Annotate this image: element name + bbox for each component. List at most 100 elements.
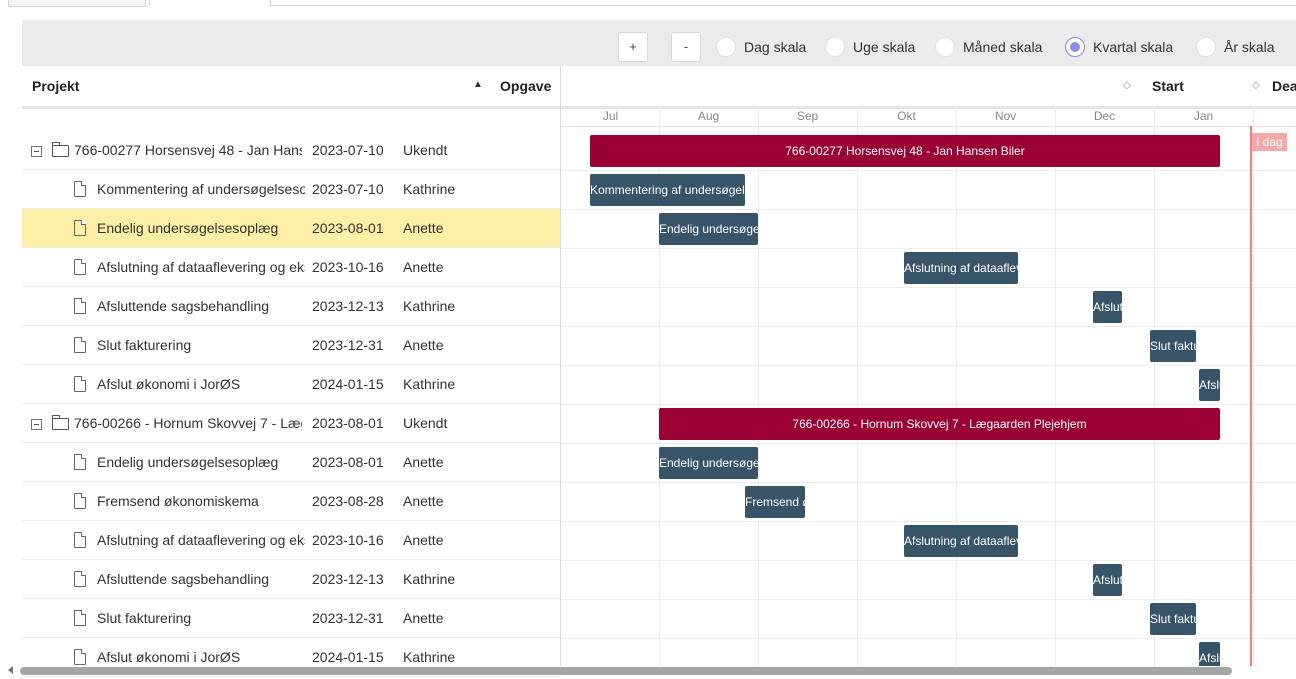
today-marker-line [1250, 126, 1252, 666]
task-row[interactable]: Slut fakturering 2023-12-31 Anette [22, 599, 560, 638]
task-row-selected[interactable]: Endelig undersøgelsesoplæg 2023-08-01 An… [22, 209, 560, 248]
task-row[interactable]: Slut fakturering 2023-12-31 Anette [22, 326, 560, 365]
project-summary-bar[interactable]: 766-00266 - Hornum Skovvej 7 - Lægaarden… [659, 408, 1220, 440]
file-icon [74, 454, 86, 470]
row-name: 766-00266 - Hornum Skovvej 7 - Lægaarden… [74, 415, 302, 431]
sort-icon[interactable]: ◇ [1252, 80, 1260, 91]
task-bar[interactable]: Kommentering af undersøgelsesoplæg [590, 174, 745, 206]
row-assignee: Anette [403, 220, 444, 236]
zoom-in-button[interactable]: + [618, 32, 648, 62]
horizontal-scrollbar[interactable] [8, 664, 1296, 676]
zoom-out-button[interactable]: - [671, 32, 701, 62]
row-assignee: Kathrine [403, 376, 456, 392]
task-row[interactable]: Afsluttende sagsbehandling 2023-12-13 Ka… [22, 287, 560, 326]
scroll-left-arrow-icon[interactable] [8, 666, 13, 674]
scale-option-month[interactable]: Måned skala [935, 37, 1042, 57]
row-name: Slut fakturering [97, 337, 192, 353]
row-name: Kommentering af undersøgelsesoplæg [97, 181, 305, 197]
row-assignee: Anette [403, 532, 444, 548]
task-row[interactable]: Afslutning af dataaflevering og ekstra 2… [22, 248, 560, 287]
task-bar[interactable]: Afslut økonomi i JorØS [1199, 642, 1220, 666]
row-start-date: 2023-12-31 [312, 610, 384, 626]
row-start-date: 2023-12-13 [312, 298, 384, 314]
task-bar[interactable]: Afslut økonomi i JorØS [1199, 369, 1220, 401]
tab-strip [0, 0, 1296, 8]
task-bar[interactable]: Fremsend økonomiskema [745, 486, 805, 518]
tab-inactive[interactable] [8, 0, 146, 7]
scale-option-label: År skala [1224, 39, 1275, 55]
file-icon [74, 493, 86, 509]
month-label: Aug [697, 109, 720, 123]
collapse-icon[interactable] [31, 419, 42, 430]
row-start-date: 2023-12-31 [312, 337, 384, 353]
row-gridline [561, 560, 1296, 561]
month-label: F [1253, 109, 1296, 123]
task-bar[interactable]: Slut fakturering [1150, 330, 1196, 362]
task-row[interactable]: Afsluttende sagsbehandling 2023-12-13 Ka… [22, 560, 560, 599]
row-assignee: Anette [403, 259, 444, 275]
tab-active[interactable] [149, 0, 271, 6]
task-row[interactable]: Afslut økonomi i JorØS 2024-01-15 Kathri… [22, 365, 560, 404]
row-name: 766-00277 Horsensvej 48 - Jan Hansen Bil… [74, 142, 302, 158]
row-gridline [561, 248, 1296, 249]
project-row[interactable]: 766-00266 - Hornum Skovvej 7 - Lægaarden… [22, 404, 560, 443]
row-start-date: 2023-10-16 [312, 532, 384, 548]
row-start-date: 2023-07-10 [312, 181, 384, 197]
row-assignee: Kathrine [403, 571, 456, 587]
task-bar[interactable]: Endelig undersøgelsesoplæg [659, 447, 758, 479]
file-icon [74, 610, 86, 626]
task-bar[interactable]: Afslutning af dataaflevering [904, 525, 1018, 557]
scale-option-week[interactable]: Uge skala [825, 37, 915, 57]
column-header-task[interactable]: Opgave [500, 78, 551, 94]
project-summary-bar[interactable]: 766-00277 Horsensvej 48 - Jan Hansen Bil… [590, 135, 1220, 167]
task-row[interactable]: Kommentering af undersøgelsesoplæg 2023-… [22, 170, 560, 209]
column-header-start[interactable]: Start [1152, 78, 1184, 94]
row-assignee: Ukendt [403, 142, 448, 158]
column-header-deadline[interactable]: Dea [1272, 78, 1296, 94]
month-label: Okt [897, 109, 916, 123]
radio-selected-icon [1065, 37, 1085, 57]
row-start-date: 2024-01-15 [312, 649, 384, 665]
month-gridline [1253, 106, 1254, 666]
task-bar[interactable]: Slut fakturering [1150, 603, 1196, 635]
row-assignee: Anette [403, 493, 444, 509]
task-bar[interactable]: Afslutning af dataaflevering [904, 252, 1018, 284]
gantt-toolbar: + - Dag skala Uge skala Måned skala Kvar… [22, 20, 1296, 66]
row-gridline [561, 170, 1296, 171]
sort-icon[interactable]: ◇ [1123, 80, 1131, 91]
scale-option-day[interactable]: Dag skala [716, 37, 806, 57]
project-row[interactable]: 766-00277 Horsensvej 48 - Jan Hansen Bil… [22, 131, 560, 170]
row-name: Afsluttende sagsbehandling [97, 571, 270, 587]
task-row[interactable]: Afslutning af dataaflevering og ekstra 2… [22, 521, 560, 560]
scrollbar-thumb[interactable] [20, 667, 1232, 675]
row-gridline [561, 404, 1296, 405]
row-name: Endelig undersøgelsesoplæg [97, 220, 279, 236]
month-gridline [1055, 106, 1056, 666]
task-row[interactable]: Fremsend økonomiskema 2023-08-28 Anette [22, 482, 560, 521]
row-assignee: Kathrine [403, 298, 456, 314]
row-assignee: Anette [403, 454, 444, 470]
scale-option-quarter[interactable]: Kvartal skala [1065, 37, 1173, 57]
timeline-month-header: Jul Aug Sep Okt Nov Dec Jan F [561, 106, 1296, 127]
row-gridline [561, 482, 1296, 483]
task-bar[interactable]: Afsluttende sagsbehandling [1093, 564, 1122, 596]
row-gridline [561, 287, 1296, 288]
month-label: Sep [796, 109, 819, 123]
file-icon [74, 571, 86, 587]
row-name: Slut fakturering [97, 610, 192, 626]
row-start-date: 2023-10-16 [312, 259, 384, 275]
row-assignee: Anette [403, 610, 444, 626]
row-gridline [561, 326, 1296, 327]
task-row[interactable]: Endelig undersøgelsesoplæg 2023-08-01 An… [22, 443, 560, 482]
task-bar[interactable]: Endelig undersøgelsesoplæg [659, 213, 758, 245]
file-icon [74, 376, 86, 392]
column-header-project[interactable]: Projekt [32, 78, 79, 94]
collapse-icon[interactable] [31, 146, 42, 157]
sort-ascending-icon[interactable]: ▲ [473, 79, 483, 90]
row-name: Afsluttende sagsbehandling [97, 298, 270, 314]
task-bar[interactable]: Afsluttende sagsbehandling [1093, 291, 1122, 323]
radio-icon [935, 37, 955, 57]
row-name: Afslutning af dataaflevering og ekstra [97, 532, 305, 548]
radio-icon [1196, 37, 1216, 57]
scale-option-year[interactable]: År skala [1196, 37, 1275, 57]
